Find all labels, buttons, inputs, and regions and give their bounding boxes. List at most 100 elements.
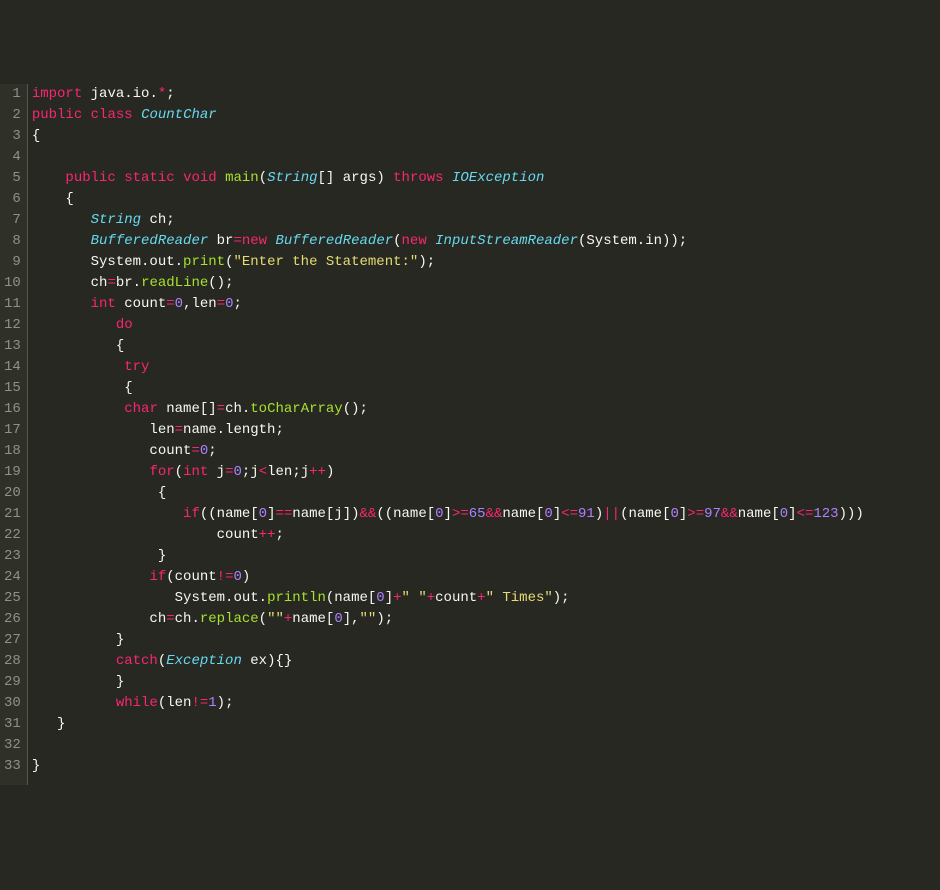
code-line: BufferedReader br=new BufferedReader(new… bbox=[32, 231, 940, 252]
token-str: " " bbox=[402, 590, 427, 606]
token-plain: name[j]) bbox=[292, 506, 359, 522]
token-plain: { bbox=[32, 338, 124, 354]
line-number: 18 bbox=[4, 441, 21, 462]
token-plain: System.out. bbox=[32, 590, 267, 606]
token-plain: } bbox=[32, 758, 40, 774]
token-plain: name[] bbox=[158, 401, 217, 417]
line-number: 27 bbox=[4, 630, 21, 651]
line-number: 7 bbox=[4, 210, 21, 231]
code-line: String ch; bbox=[32, 210, 940, 231]
token-op: = bbox=[107, 275, 115, 291]
token-kw: while bbox=[116, 695, 158, 711]
token-op: && bbox=[486, 506, 503, 522]
token-plain: { bbox=[32, 191, 74, 207]
token-plain: } bbox=[32, 716, 66, 732]
token-num: 65 bbox=[469, 506, 486, 522]
token-plain: ))) bbox=[839, 506, 864, 522]
code-line: } bbox=[32, 756, 940, 777]
token-str: "Enter the Statement:" bbox=[233, 254, 418, 270]
token-op: <= bbox=[797, 506, 814, 522]
token-plain bbox=[427, 233, 435, 249]
token-kw: static bbox=[124, 170, 174, 186]
line-number: 10 bbox=[4, 273, 21, 294]
token-num: 0 bbox=[200, 443, 208, 459]
token-op: = bbox=[166, 296, 174, 312]
token-plain: ] bbox=[788, 506, 796, 522]
line-number: 28 bbox=[4, 651, 21, 672]
code-line: } bbox=[32, 714, 940, 735]
token-plain: ( bbox=[393, 233, 401, 249]
line-number: 32 bbox=[4, 735, 21, 756]
code-line: if((name[0]==name[j])&&((name[0]>=65&&na… bbox=[32, 504, 940, 525]
token-kw: public bbox=[65, 170, 115, 186]
token-plain: name.length; bbox=[183, 422, 284, 438]
token-op: = bbox=[191, 443, 199, 459]
token-plain: ], bbox=[343, 611, 360, 627]
code-line: public static void main(String[] args) t… bbox=[32, 168, 940, 189]
token-kw: import bbox=[32, 86, 82, 102]
token-num: 1 bbox=[208, 695, 216, 711]
token-plain bbox=[217, 170, 225, 186]
token-plain: count bbox=[32, 527, 259, 543]
token-plain bbox=[32, 569, 150, 585]
line-number: 16 bbox=[4, 399, 21, 420]
code-line: import java.io.*; bbox=[32, 84, 940, 105]
token-plain bbox=[32, 359, 124, 375]
token-plain bbox=[82, 107, 90, 123]
code-line: } bbox=[32, 672, 940, 693]
token-fn: replace bbox=[200, 611, 259, 627]
line-number: 6 bbox=[4, 189, 21, 210]
token-plain bbox=[133, 107, 141, 123]
token-plain: j bbox=[208, 464, 225, 480]
token-plain: ] bbox=[553, 506, 561, 522]
token-plain: ex){} bbox=[242, 653, 292, 669]
token-plain: (); bbox=[343, 401, 368, 417]
token-op: = bbox=[217, 296, 225, 312]
token-op: = bbox=[175, 422, 183, 438]
token-plain bbox=[175, 170, 183, 186]
token-type: CountChar bbox=[141, 107, 217, 123]
token-plain bbox=[116, 170, 124, 186]
line-number: 14 bbox=[4, 357, 21, 378]
token-op: ++ bbox=[309, 464, 326, 480]
line-number: 11 bbox=[4, 294, 21, 315]
token-num: 0 bbox=[670, 506, 678, 522]
token-str: "" bbox=[360, 611, 377, 627]
token-num: 0 bbox=[233, 569, 241, 585]
line-number: 21 bbox=[4, 504, 21, 525]
line-number: 9 bbox=[4, 252, 21, 273]
token-plain bbox=[32, 296, 91, 312]
token-plain: (len bbox=[158, 695, 192, 711]
token-op: = bbox=[166, 611, 174, 627]
token-num: 0 bbox=[259, 506, 267, 522]
token-type: BufferedReader bbox=[276, 233, 394, 249]
code-line: char name[]=ch.toCharArray(); bbox=[32, 399, 940, 420]
token-plain: ch. bbox=[175, 611, 200, 627]
token-op: == bbox=[275, 506, 292, 522]
token-plain: ch bbox=[32, 275, 108, 291]
token-kw: throws bbox=[393, 170, 443, 186]
token-plain: name[ bbox=[502, 506, 544, 522]
token-op: && bbox=[721, 506, 738, 522]
code-line: len=name.length; bbox=[32, 420, 940, 441]
token-plain: (); bbox=[208, 275, 233, 291]
token-plain: br bbox=[208, 233, 233, 249]
token-kw: try bbox=[124, 359, 149, 375]
line-number: 33 bbox=[4, 756, 21, 777]
token-plain: [] args) bbox=[318, 170, 394, 186]
token-num: 0 bbox=[334, 611, 342, 627]
line-number: 24 bbox=[4, 567, 21, 588]
token-plain: ) bbox=[326, 464, 334, 480]
token-op: = bbox=[225, 464, 233, 480]
token-plain: java.io. bbox=[82, 86, 158, 102]
token-type: BufferedReader bbox=[91, 233, 209, 249]
token-plain: ); bbox=[418, 254, 435, 270]
token-op: + bbox=[393, 590, 401, 606]
token-plain: (name[ bbox=[326, 590, 376, 606]
code-line: System.out.print("Enter the Statement:")… bbox=[32, 252, 940, 273]
token-kw: do bbox=[116, 317, 133, 333]
token-num: 0 bbox=[435, 506, 443, 522]
token-plain bbox=[32, 401, 124, 417]
token-fn: toCharArray bbox=[250, 401, 342, 417]
token-op: * bbox=[158, 86, 166, 102]
